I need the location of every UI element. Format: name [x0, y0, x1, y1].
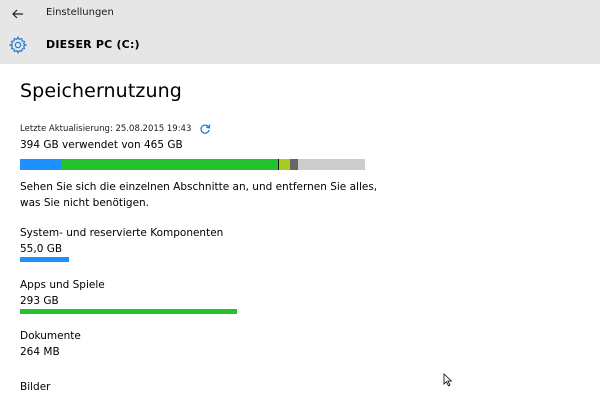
refresh-icon[interactable] [199, 123, 211, 135]
gear-icon [8, 35, 28, 55]
storage-bar-segment [60, 159, 279, 170]
category-apps[interactable]: Apps und Spiele 293 GB [20, 278, 237, 314]
app-title: Einstellungen [46, 7, 114, 18]
page-title: Speichernutzung [20, 80, 182, 102]
category-usage-bar [20, 257, 69, 262]
category-size: 55,0 GB [20, 243, 63, 255]
last-update-text: Letzte Aktualisierung: 25.08.2015 19:43 [20, 124, 192, 134]
last-update-row: Letzte Aktualisierung: 25.08.2015 19:43 [20, 123, 211, 135]
category-size: 264 MB [20, 346, 60, 358]
description-text: Sehen Sie sich die einzelnen Abschnitte … [20, 181, 378, 209]
used-summary: 394 GB verwendet von 465 GB [20, 139, 183, 151]
title-bar: Einstellungen [0, 0, 600, 28]
category-system[interactable]: System- und reservierte Komponenten 55,0… [20, 226, 223, 262]
category-usage-bar [20, 309, 237, 314]
storage-bar-segment [20, 159, 61, 170]
section-title: DIESER PC (C:) [46, 38, 140, 51]
storage-bar [20, 159, 365, 170]
category-name: System- und reservierte Komponenten [20, 227, 224, 239]
back-button[interactable] [6, 3, 30, 25]
category-size: 293 GB [20, 295, 59, 307]
storage-bar-segment [290, 159, 298, 170]
category-name: Bilder [20, 381, 51, 393]
category-name: Apps und Spiele [20, 279, 105, 291]
mouse-pointer-icon [443, 373, 453, 387]
page-header: DIESER PC (C:) [0, 28, 600, 64]
storage-bar-segment [279, 159, 291, 170]
back-arrow-icon [12, 9, 23, 19]
category-documents[interactable]: Dokumente 264 MB [20, 329, 81, 365]
category-name: Dokumente [20, 330, 81, 342]
category-pictures[interactable]: Bilder [20, 380, 50, 396]
